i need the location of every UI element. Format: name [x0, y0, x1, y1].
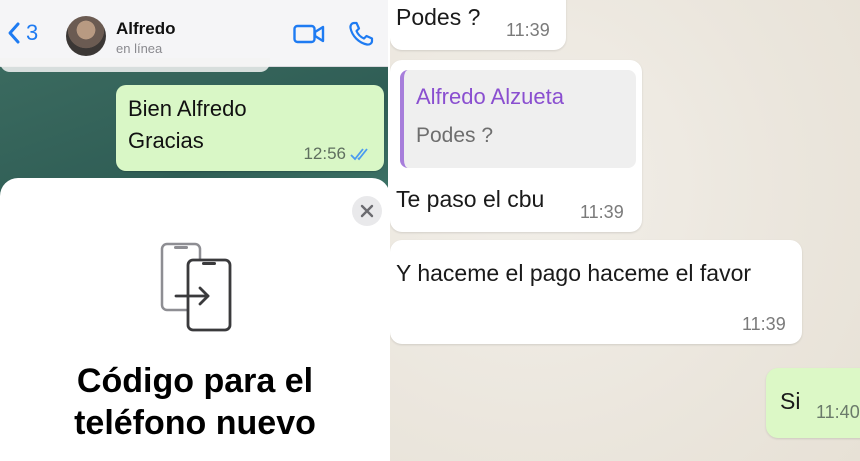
close-button[interactable] [352, 196, 382, 226]
back-count: 3 [26, 20, 39, 45]
previous-message-bubble [0, 58, 270, 72]
left-screenshot: 3 Alfredo en línea Bien Alfredo Gracias … [0, 0, 390, 461]
video-call-icon[interactable] [293, 23, 325, 45]
message-text: Te paso el cbu [396, 186, 545, 212]
contact-name[interactable]: Alfredo [116, 19, 176, 39]
message-time: 11:39 [742, 314, 786, 334]
message-text: Si [780, 388, 801, 414]
close-icon [360, 204, 374, 218]
incoming-reply-bubble[interactable]: Alfredo Alzueta Podes ? Te paso el cbu 1… [390, 60, 642, 232]
message-time: 12:56 [303, 144, 346, 163]
chevron-left-icon [8, 22, 20, 44]
avatar[interactable] [66, 16, 106, 56]
right-screenshot: Podes ? 11:39 Alfredo Alzueta Podes ? Te… [390, 0, 860, 461]
chat-header: 3 Alfredo en línea [0, 0, 390, 67]
message-meta: 12:56 [303, 144, 372, 164]
message-time: 11:39 [580, 202, 624, 222]
contact-status: en línea [116, 41, 163, 56]
message-text: Y haceme el pago haceme el favor [396, 260, 752, 286]
double-check-read-icon [350, 148, 368, 161]
message-line-2: Gracias [128, 128, 204, 153]
quoted-author: Alfredo Alzueta [416, 84, 564, 109]
sheet-title: Código para el teléfono nuevo [0, 360, 390, 444]
incoming-message-bubble[interactable]: Y haceme el pago haceme el favor 11:39 [390, 240, 802, 344]
phone-transfer-icon [160, 242, 232, 332]
message-time: 11:40 [816, 402, 860, 422]
sheet-title-line-1: Código para el [76, 362, 314, 400]
quoted-message[interactable]: Alfredo Alzueta Podes ? [400, 70, 636, 168]
message-time: 11:39 [506, 20, 550, 40]
back-button[interactable]: 3 [6, 20, 38, 46]
incoming-message-bubble[interactable]: Podes ? 11:39 [390, 0, 566, 50]
quoted-text: Podes ? [416, 124, 494, 147]
outgoing-message-bubble[interactable]: Bien Alfredo Gracias 12:56 [116, 85, 384, 171]
message-text: Bien Alfredo Gracias [128, 93, 247, 157]
outgoing-message-bubble[interactable]: Si 11:40 [766, 368, 860, 438]
message-line-1: Bien Alfredo [128, 96, 247, 121]
sheet-title-line-2: teléfono nuevo [74, 404, 316, 442]
message-text: Podes ? [396, 4, 481, 30]
phone-icon[interactable] [348, 21, 374, 47]
